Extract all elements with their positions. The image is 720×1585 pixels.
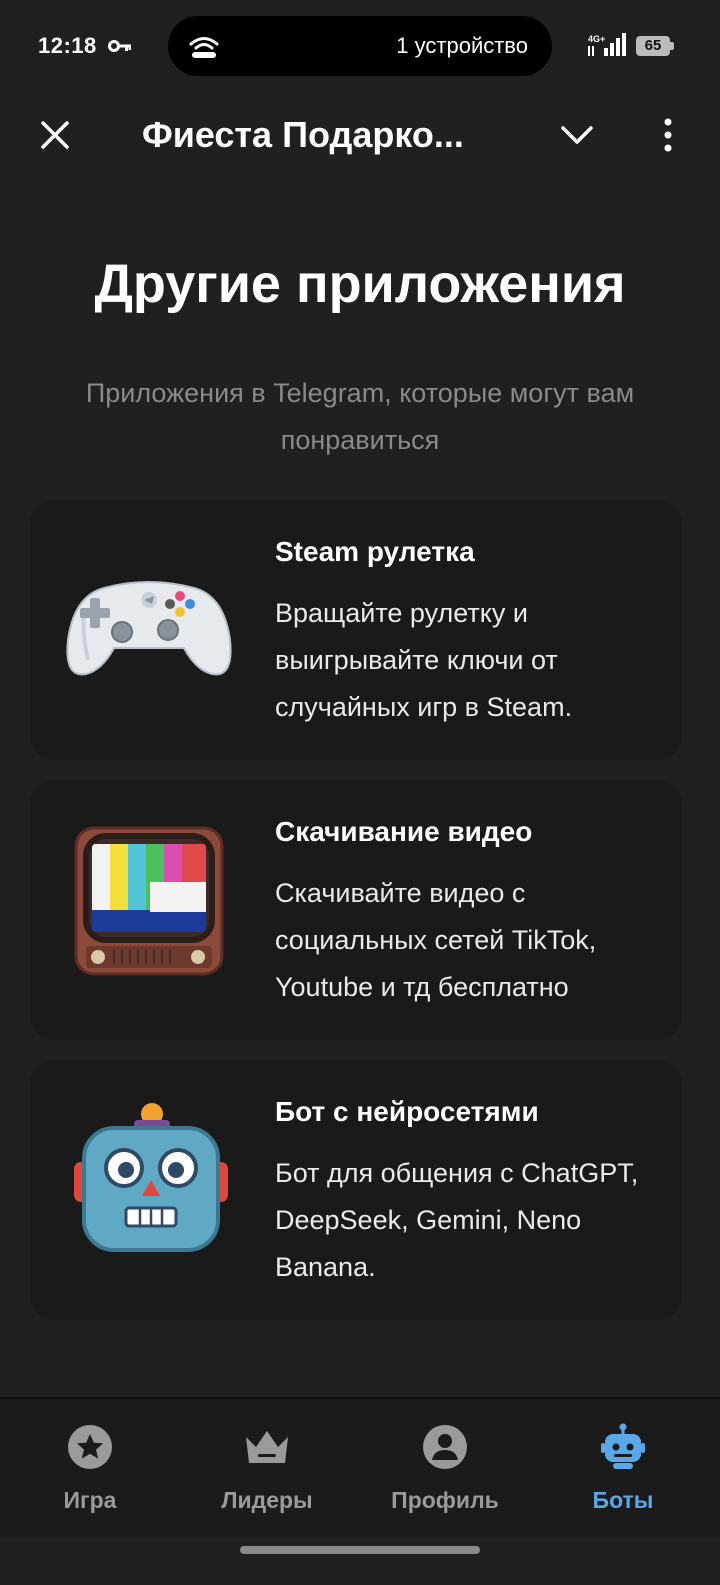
- page-title: Другие приложения: [94, 254, 626, 314]
- card-title: Скачивание видео: [275, 816, 533, 847]
- card-title: Бот с нейросетями: [275, 1096, 539, 1127]
- card-description: Скачивайте видео с социальных сетей TikT…: [275, 878, 597, 1002]
- nav-label: Лидеры: [221, 1487, 313, 1513]
- page-subtitle: Приложения в Telegram, которые могут вам…: [85, 378, 635, 455]
- status-bar: 12:18 1 устройство 4G+ 65: [0, 0, 720, 92]
- home-indicator[interactable]: [240, 1546, 480, 1554]
- star-icon: [68, 1425, 112, 1469]
- hotspot-icon: [189, 37, 219, 58]
- app-header: Фиеста Подарко...: [0, 96, 720, 176]
- more-vertical-icon: [664, 118, 672, 152]
- nav-label: Боты: [592, 1487, 654, 1513]
- robot-icon: [74, 1103, 228, 1252]
- battery-level: 65: [644, 37, 662, 54]
- app-card-video[interactable]: Скачивание видео Скачивайте видео с соци…: [30, 780, 682, 1040]
- card-description: Вращайте рулетку и выигрывайте ключи от …: [275, 598, 573, 722]
- nav-item-profile[interactable]: Профиль: [355, 1399, 535, 1539]
- network-type-label: 4G+: [588, 34, 605, 44]
- bottom-nav: Игра Лидеры Профиль Боты: [0, 1397, 720, 1537]
- nav-label: Профиль: [391, 1487, 499, 1513]
- card-title: Steam рулетка: [275, 536, 475, 567]
- nav-item-leaders[interactable]: Лидеры: [177, 1399, 357, 1539]
- crown-icon: [246, 1431, 288, 1463]
- nav-label: Игра: [63, 1487, 117, 1513]
- close-icon: [41, 121, 69, 149]
- close-button[interactable]: [30, 110, 80, 160]
- battery-indicator: 65: [636, 36, 674, 56]
- tv-icon: [74, 826, 224, 976]
- app-card-steam[interactable]: Steam рулетка Вращайте рулетку и выигрыв…: [30, 500, 682, 760]
- nav-item-bots[interactable]: Боты: [533, 1399, 713, 1539]
- expand-button[interactable]: [552, 110, 602, 160]
- gamepad-icon: [66, 581, 232, 676]
- more-button[interactable]: [648, 110, 688, 160]
- key-icon: [108, 40, 131, 52]
- user-icon: [423, 1425, 467, 1469]
- connection-text: 1 устройство: [396, 33, 528, 58]
- nav-item-game[interactable]: Игра: [0, 1399, 180, 1539]
- chevron-down-icon: [561, 126, 593, 144]
- signal-icon: 4G+: [588, 33, 626, 56]
- card-description: Бот для общения с ChatGPT, DeepSeek, Gem…: [275, 1158, 639, 1282]
- status-time: 12:18: [38, 33, 97, 58]
- robot-icon: [601, 1423, 645, 1469]
- header-title: Фиеста Подарко...: [142, 114, 464, 155]
- connection-pill[interactable]: 1 устройство: [168, 16, 552, 76]
- app-card-ai-bot[interactable]: Бот с нейросетями Бот для общения с Chat…: [30, 1060, 682, 1320]
